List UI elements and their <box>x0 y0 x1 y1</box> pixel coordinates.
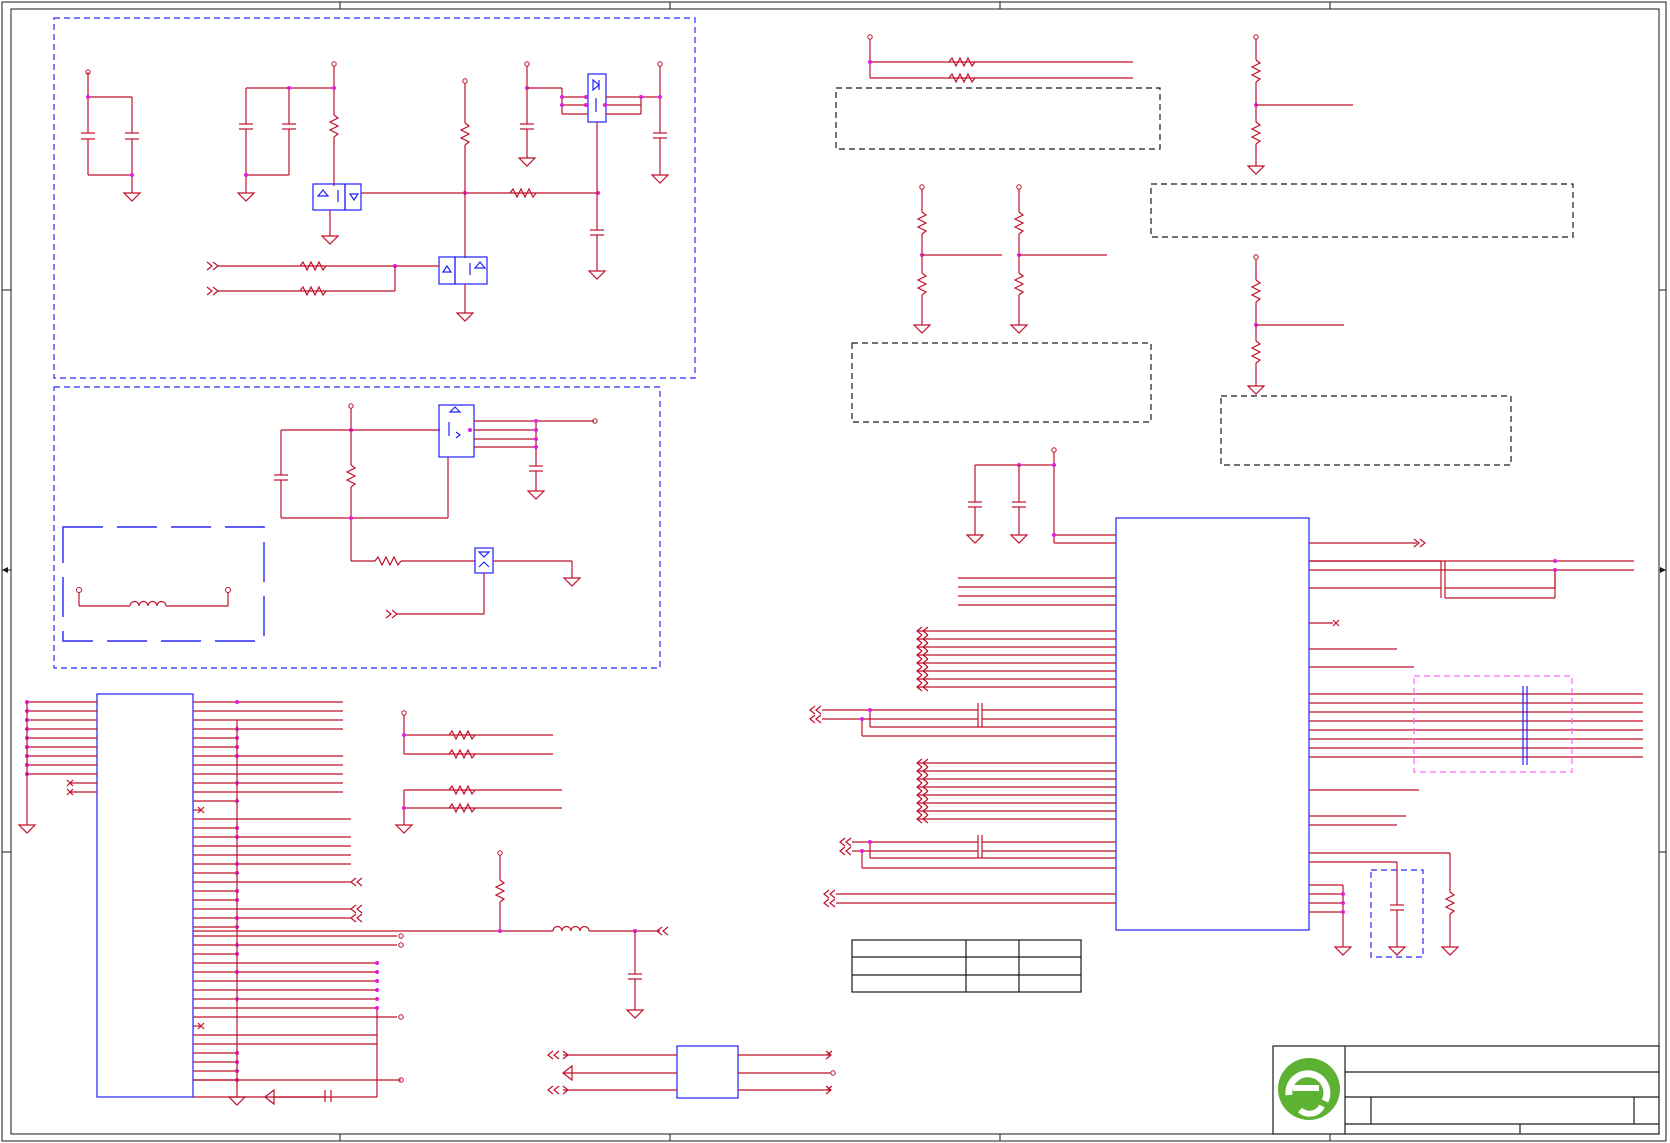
config-table <box>851 939 1082 993</box>
schematic-sheet <box>1 1 1667 1142</box>
connector-left <box>17 693 404 1106</box>
main-ic <box>809 447 1643 958</box>
power-block-middle <box>53 386 661 669</box>
level-shifter-ic <box>547 1045 836 1099</box>
company-logo <box>1278 1058 1340 1120</box>
power-block-top <box>53 17 696 379</box>
title-block <box>1272 1045 1660 1135</box>
sheet-frame <box>1 1 1667 1142</box>
config-notes-area <box>835 34 1574 466</box>
